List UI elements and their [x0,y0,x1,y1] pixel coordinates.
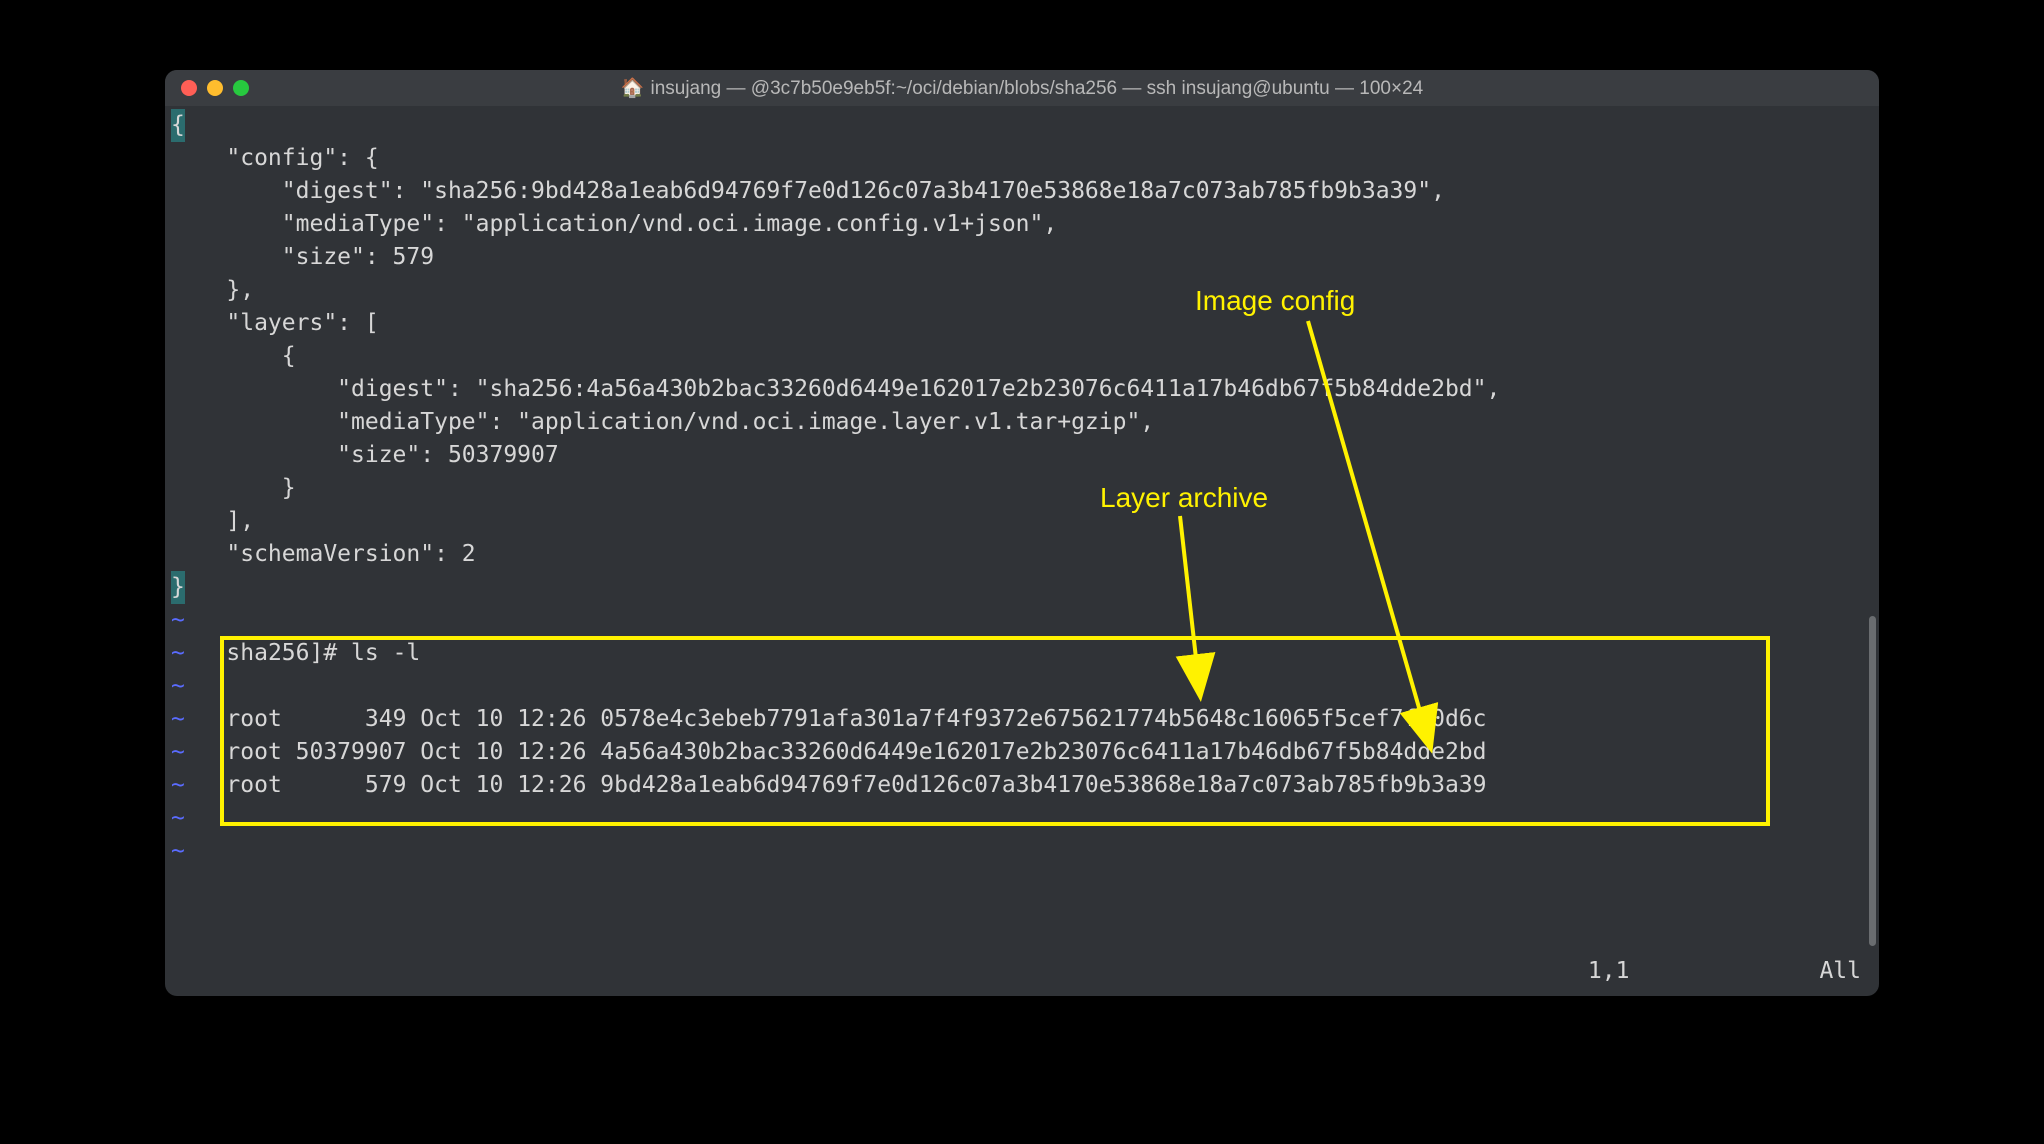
shell-prompt: sha256]# ls -l [213,640,421,666]
maximize-icon[interactable] [233,80,249,96]
window-title: 🏠insujang — @3c7b50e9eb5f:~/oci/debian/b… [165,76,1879,100]
close-icon[interactable] [181,80,197,96]
ls-row: root 50379907 Oct 10 12:26 4a56a430b2bac… [213,739,1487,765]
json-line: "mediaType": "application/vnd.oci.image.… [171,211,1057,237]
scroll-position: All [1819,955,1861,988]
annotation-image-config: Image config [1195,284,1355,317]
json-line: ], [171,508,254,534]
json-line: "size": 50379907 [171,442,559,468]
json-line: "digest": "sha256:4a56a430b2bac33260d644… [171,376,1500,402]
vim-tilde: ~ [171,805,185,831]
vim-tilde: ~ [171,640,185,666]
vim-tilde: ~ [171,673,185,699]
window-title-text: insujang — @3c7b50e9eb5f:~/oci/debian/bl… [650,78,1423,99]
annotation-layer-archive: Layer archive [1100,481,1268,514]
vim-tilde: ~ [171,739,185,765]
vim-status-line: 1,1 All [183,955,1861,988]
json-close-brace: } [171,571,185,604]
json-line: "digest": "sha256:9bd428a1eab6d94769f7e0… [171,178,1445,204]
json-line: { [171,343,296,369]
terminal-content: { "config": { "digest": "sha256:9bd428a1… [171,109,1873,868]
json-open-brace: { [171,109,185,142]
scrollbar-thumb[interactable] [1869,616,1876,946]
traffic-lights [181,80,249,96]
json-line: "layers": [ [171,310,379,336]
vim-tilde: ~ [171,607,185,633]
terminal-window: 🏠insujang — @3c7b50e9eb5f:~/oci/debian/b… [165,70,1879,996]
vim-tilde: ~ [171,772,185,798]
home-icon: 🏠 [621,76,645,100]
json-line: } [171,475,296,501]
vim-tilde: ~ [171,838,185,864]
titlebar: 🏠insujang — @3c7b50e9eb5f:~/oci/debian/b… [165,70,1879,106]
json-line: "schemaVersion": 2 [171,541,476,567]
cursor-position: 1,1 [1588,955,1630,988]
terminal-body[interactable]: { "config": { "digest": "sha256:9bd428a1… [165,106,1879,996]
ls-row: root 349 Oct 10 12:26 0578e4c3ebeb7791af… [213,706,1487,732]
ls-row: root 579 Oct 10 12:26 9bd428a1eab6d94769… [213,772,1487,798]
vim-tilde: ~ [171,706,185,732]
minimize-icon[interactable] [207,80,223,96]
json-line: }, [171,277,254,303]
json-line: "config": { [171,145,379,171]
json-line: "size": 579 [171,244,434,270]
json-line: "mediaType": "application/vnd.oci.image.… [171,409,1154,435]
